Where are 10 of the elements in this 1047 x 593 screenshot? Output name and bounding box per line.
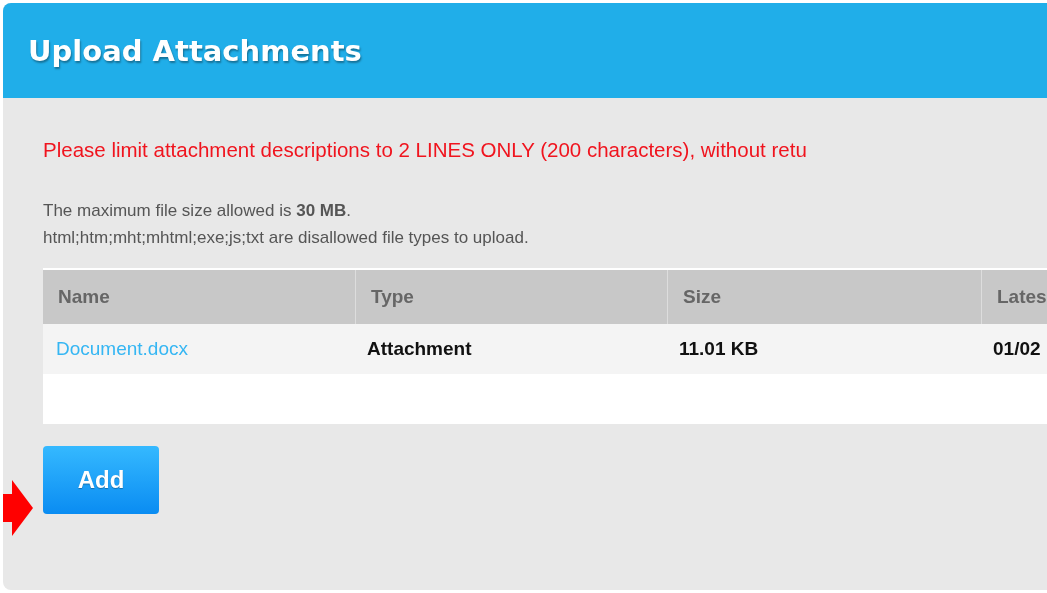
table-cell-text: Attachment	[366, 337, 473, 361]
add-button[interactable]: Add	[43, 446, 159, 514]
table-cell-text: 01/02	[992, 337, 1042, 361]
file-link[interactable]: Document.docx	[43, 324, 356, 374]
warning-text: Please limit attachment descriptions to 2 LINES ONLY (200 characters), without retu	[43, 138, 808, 162]
arrow-icon	[3, 480, 33, 536]
info-text: The maximum file size allowed is 30 MB.	[43, 200, 352, 222]
table-cell-text: 11.01 KB	[678, 337, 760, 361]
info-text: html;htm;mht;mhtml;exe;js;txt are disallowed file types to upload.	[43, 227, 530, 249]
dialog-title: Upload Attachments	[28, 33, 362, 68]
